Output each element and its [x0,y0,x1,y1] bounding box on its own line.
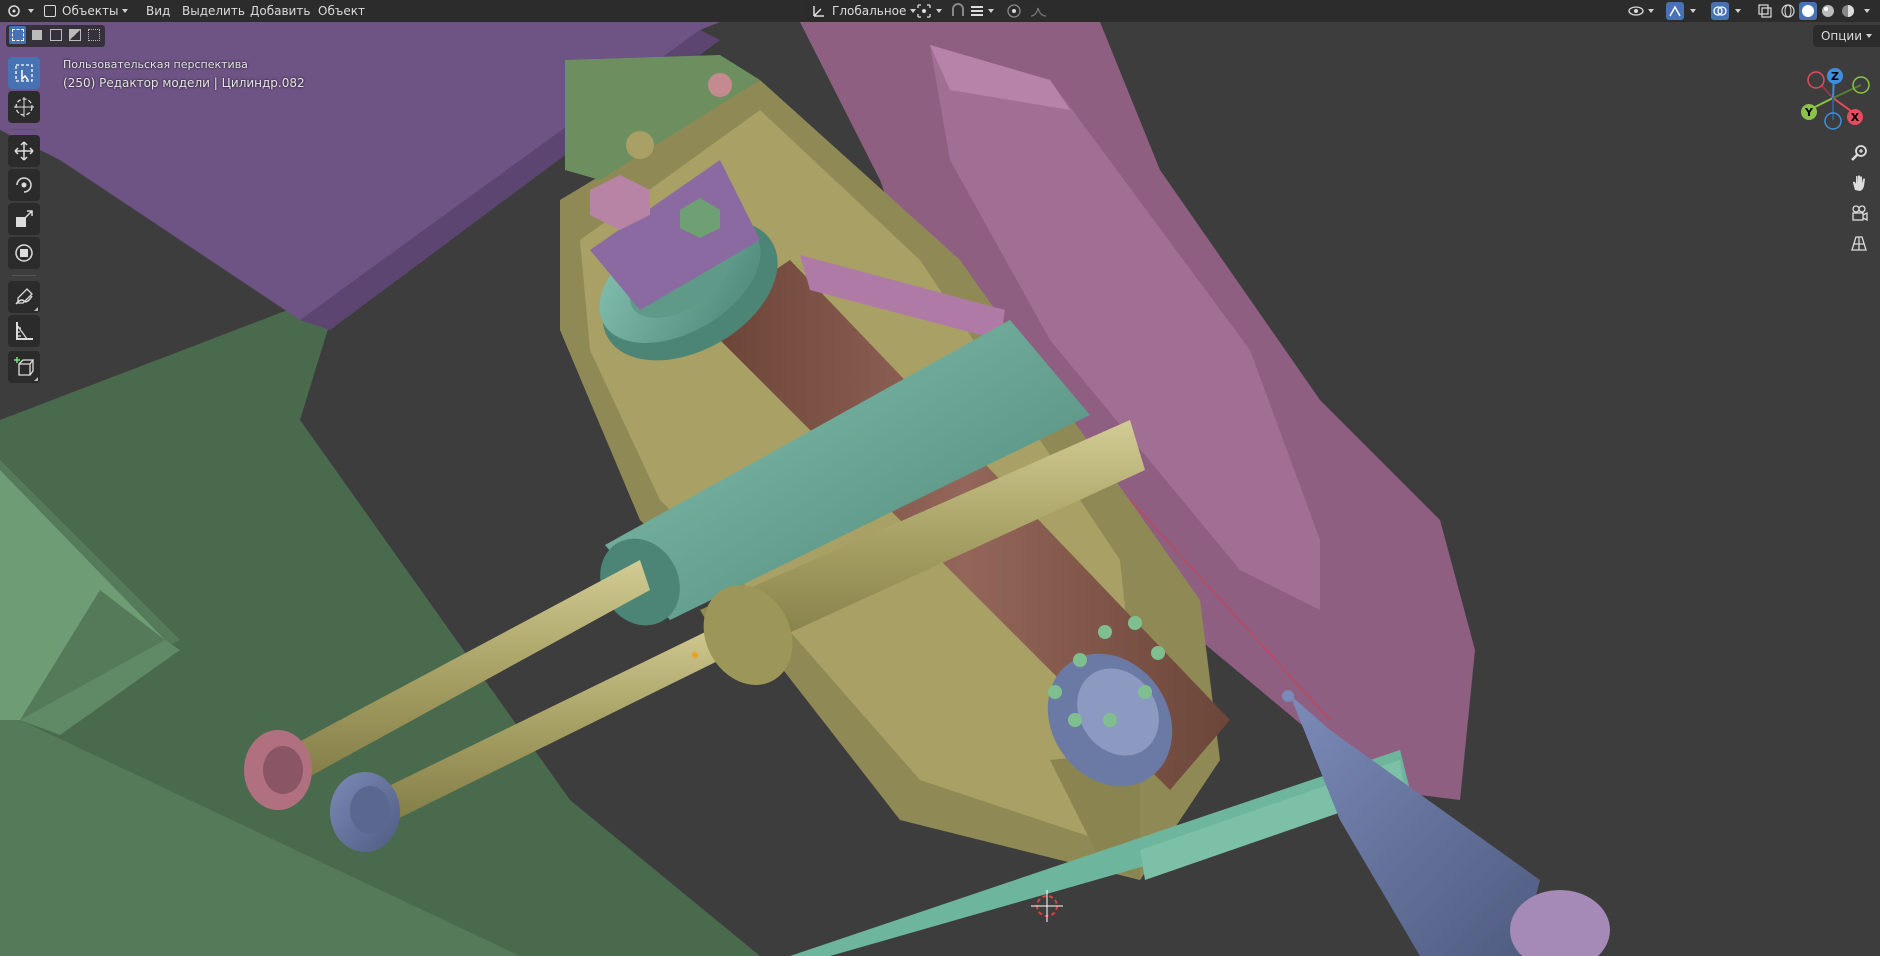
tool-add-cube[interactable] [8,351,40,383]
rotate-icon [16,177,32,193]
object-mode-icon [44,5,56,17]
select-mode-subtract-button[interactable] [47,26,64,44]
transform-orientation-dropdown[interactable]: Глобальное [806,0,923,22]
menu-select[interactable]: Выделить [176,0,251,22]
proportional-edit-toggle[interactable] [1006,0,1022,22]
options-dropdown[interactable]: Опции [1812,25,1880,47]
camera-view-icon [1852,205,1868,222]
gizmo-neg-x[interactable] [1807,71,1825,89]
overlay-toggle[interactable] [1711,2,1729,20]
tool-annotate[interactable] [8,281,40,313]
select-mode-group [6,25,105,47]
visibility-icon [1628,6,1644,16]
pivot-icon [917,4,931,18]
ortho-toggle-button[interactable] [1845,229,1873,257]
tool-move[interactable] [8,135,40,167]
cursor-icon [14,97,34,117]
3d-viewport[interactable]: Пользовательская перспектива (250) Редак… [0,0,1880,956]
viewport-info: Пользовательская перспектива (250) Редак… [63,56,305,92]
pan-button[interactable] [1845,169,1873,197]
xray-icon [1758,4,1772,18]
scene-render [0,22,1610,956]
visibility-dropdown[interactable] [1628,0,1654,22]
options-label: Опции [1820,29,1862,43]
menu-add[interactable]: Добавить [244,0,316,22]
select-invert-icon [68,29,81,41]
menu-view[interactable]: Вид [140,0,176,22]
editor-type-button[interactable] [6,0,34,22]
snap-element-dropdown[interactable] [970,0,994,22]
pan-hand-icon [1853,175,1865,191]
editor-type-icon [8,5,20,17]
gizmo-z-label: Z [1831,70,1839,83]
shading-wireframe-button[interactable] [1779,2,1797,20]
select-box-icon [15,64,33,82]
falloff-dropdown[interactable] [1030,0,1048,22]
shading-rendered-button[interactable] [1839,2,1857,20]
zoom-icon [1851,145,1867,161]
shading-wireframe-icon [1781,4,1795,18]
ortho-grid-icon [1851,236,1867,251]
overlay-dropdown[interactable] [1731,0,1741,22]
mode-label: Объекты [62,4,119,18]
gizmo-x-label: X [1851,111,1860,124]
mode-dropdown[interactable]: Объекты [44,0,129,22]
measure-icon [16,322,33,340]
snap-toggle[interactable] [950,0,966,22]
transform-orientation-label: Глобальное [832,4,907,18]
select-mode-new-button[interactable] [9,26,26,44]
tool-select-box[interactable] [8,57,40,89]
shading-material-icon [1822,5,1834,17]
tool-scale[interactable] [8,203,40,235]
overlay-icon [1713,6,1727,16]
tool-shelf [5,55,45,388]
add-cube-icon [14,357,35,376]
shading-solid-icon [1802,5,1814,17]
viewport-header: Объекты Вид Выделить Добавить Объект Гло… [0,0,1880,22]
pivot-dropdown[interactable] [916,0,942,22]
view-name: Пользовательская перспектива [63,58,248,71]
xray-toggle[interactable] [1756,2,1774,20]
select-extend-icon [31,30,42,40]
move-icon [14,141,34,161]
menu-object[interactable]: Объект [312,0,371,22]
shading-solid-button[interactable] [1799,2,1817,20]
shading-dropdown[interactable] [1860,0,1870,22]
transform-icon [15,244,33,262]
tool-transform[interactable] [8,237,40,269]
snap-element-icon [971,6,983,16]
tool-cursor[interactable] [8,91,40,123]
gizmo-icon [1669,5,1681,17]
select-intersect-icon [87,29,100,41]
transform-orientation-icon [813,6,824,17]
falloff-icon [1030,7,1047,17]
object-info: (250) Редактор модели | Цилиндр.082 [63,76,305,90]
gizmo-toggle[interactable] [1666,2,1684,20]
gizmo-y-label: Y [1804,106,1814,119]
gizmo-dropdown[interactable] [1686,0,1696,22]
select-mode-invert-button[interactable] [66,26,83,44]
tool-rotate[interactable] [8,169,40,201]
shading-rendered-icon [1842,5,1854,17]
tool-measure[interactable] [8,315,40,347]
snap-icon [952,3,964,16]
select-mode-intersect-button[interactable] [85,26,102,44]
scale-icon [16,210,33,227]
zoom-button[interactable] [1845,139,1873,167]
navigation-gizmo[interactable]: X Y Z [1795,60,1875,140]
annotate-icon [15,288,33,305]
proportional-edit-icon [1007,4,1021,18]
select-new-icon [11,29,24,41]
select-subtract-icon [49,29,62,41]
select-mode-extend-button[interactable] [28,26,45,44]
camera-view-button[interactable] [1845,199,1873,227]
shading-material-button[interactable] [1819,2,1837,20]
